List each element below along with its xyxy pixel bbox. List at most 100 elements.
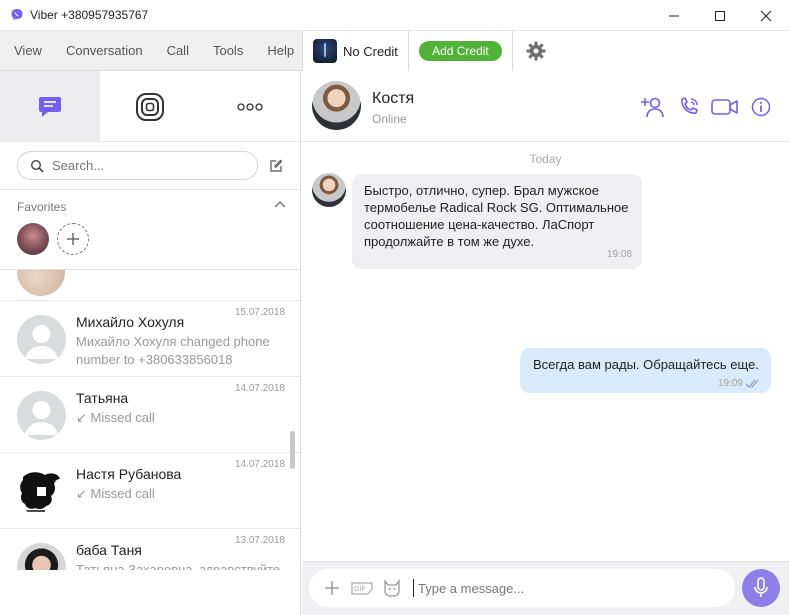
maximize-icon xyxy=(715,10,725,21)
text-cursor xyxy=(413,579,414,597)
search-box[interactable] xyxy=(17,151,258,180)
add-credit-button[interactable]: Add Credit xyxy=(418,41,502,61)
message-area[interactable]: Today Быстро, отлично, супер. Брал мужск… xyxy=(302,143,789,561)
double-check-icon xyxy=(745,379,759,388)
message-time: 19:08 xyxy=(606,249,632,260)
chat-date: 15.07.2018 xyxy=(234,307,285,318)
title-bar: Viber +380957935767 xyxy=(0,0,789,31)
favorite-contact-avatar[interactable] xyxy=(17,223,49,255)
contact-avatar[interactable] xyxy=(312,81,361,130)
chat-name: Татьяна xyxy=(76,390,129,406)
video-camera-icon xyxy=(711,99,738,115)
chat-preview: Михайло Хохуля changed phone number to +… xyxy=(76,334,270,367)
chat-name: Михайло Хохуля xyxy=(76,314,185,330)
viber-logo-icon xyxy=(10,8,24,22)
list-item[interactable] xyxy=(0,270,300,301)
video-call-button[interactable] xyxy=(707,95,743,119)
tab-chats[interactable] xyxy=(0,71,100,142)
outgoing-message[interactable]: Всегда вам рады. Обращайтесь еще. 19:09 xyxy=(520,348,771,393)
search-row xyxy=(0,142,300,190)
microphone-icon xyxy=(754,577,768,597)
menu-tools[interactable]: Tools xyxy=(213,43,243,58)
maximize-button[interactable] xyxy=(697,0,743,31)
menu-call[interactable]: Call xyxy=(167,43,189,58)
chat-preview: Татьяна Захаровна, здравствуйте. Вы когд… xyxy=(76,562,284,570)
chevron-up-icon[interactable] xyxy=(274,200,286,208)
add-favorite-button[interactable] xyxy=(57,223,89,255)
message-text: Всегда вам рады. Обращайтесь еще. xyxy=(533,357,759,372)
gif-button[interactable]: GIF xyxy=(347,576,377,600)
attach-button[interactable] xyxy=(317,576,347,600)
tab-public-accounts[interactable] xyxy=(100,71,200,142)
new-chat-button[interactable] xyxy=(268,158,284,174)
window-title: Viber +380957935767 xyxy=(30,8,149,22)
contact-name[interactable]: Костя xyxy=(372,90,414,108)
chat-date: 13.07.2018 xyxy=(234,535,285,546)
avatar xyxy=(17,467,66,516)
svg-text:GIF: GIF xyxy=(354,586,366,593)
favorites-section: Favorites xyxy=(0,190,300,270)
chat-name: баба Таня xyxy=(76,542,142,558)
list-item[interactable]: Михайло Хохуля Михайло Хохуля changed ph… xyxy=(0,301,300,377)
conversation-header: Костя Online xyxy=(302,71,789,142)
composer-field[interactable]: GIF xyxy=(309,569,735,607)
chat-list-scrollbar[interactable] xyxy=(290,431,295,469)
close-icon xyxy=(760,10,772,21)
composer-bar: GIF xyxy=(302,561,789,615)
add-person-icon xyxy=(641,97,664,118)
viber-out-credit-icon[interactable] xyxy=(313,39,337,63)
default-avatar-icon xyxy=(17,391,66,440)
message-text: Быстро, отлично, супер. Брал мужское тер… xyxy=(364,183,629,249)
incoming-message[interactable]: Быстро, отлично, супер. Брал мужское тер… xyxy=(352,174,642,269)
menu-separator xyxy=(302,31,303,71)
public-accounts-icon xyxy=(135,92,164,121)
avatar xyxy=(17,543,66,570)
list-item[interactable]: Татьяна ↙ Missed call 14.07.2018 xyxy=(0,377,300,453)
chat-name: Настя Рубанова xyxy=(76,466,182,482)
favorites-label: Favorites xyxy=(17,200,67,214)
plus-icon xyxy=(325,581,339,595)
info-icon xyxy=(751,97,771,117)
day-separator: Today xyxy=(529,152,562,166)
minimize-icon xyxy=(669,15,679,16)
plus-icon xyxy=(67,233,79,245)
sender-avatar[interactable] xyxy=(312,173,346,207)
chat-date: 14.07.2018 xyxy=(234,383,285,394)
phone-icon xyxy=(681,97,698,114)
menu-bar: View Conversation Call Tools Help No Cre… xyxy=(0,31,789,71)
menu-separator xyxy=(407,31,409,71)
sticker-cat-icon xyxy=(384,579,400,597)
chat-date: 14.07.2018 xyxy=(234,459,285,470)
avatar xyxy=(17,270,65,296)
list-item[interactable]: баба Таня Татьяна Захаровна, здравствуйт… xyxy=(0,529,300,570)
sticker-button[interactable] xyxy=(377,576,407,600)
contact-status: Online xyxy=(372,112,407,126)
message-time: 19:09 xyxy=(717,378,743,389)
minimize-button[interactable] xyxy=(651,0,697,31)
tab-more[interactable] xyxy=(199,71,300,142)
conversation-panel: Костя Online Today Быстро, отлично, супе… xyxy=(302,71,789,615)
close-button[interactable] xyxy=(743,0,789,31)
left-panel: Favorites Михайло Хохуля Михайло Хохуля … xyxy=(0,71,301,615)
default-avatar-icon xyxy=(17,315,66,364)
nav-tabs xyxy=(0,71,300,142)
credit-status[interactable]: No Credit xyxy=(343,44,398,59)
chat-list: Михайло Хохуля Михайло Хохуля changed ph… xyxy=(0,270,300,570)
compose-icon xyxy=(270,159,283,172)
voice-message-button[interactable] xyxy=(742,569,780,607)
menu-view[interactable]: View xyxy=(14,43,42,58)
message-input[interactable] xyxy=(418,580,718,596)
chat-preview: ↙ Missed call xyxy=(76,410,155,425)
chat-bubble-icon xyxy=(38,96,61,117)
menu-conversation[interactable]: Conversation xyxy=(66,43,143,58)
menu-help[interactable]: Help xyxy=(267,43,294,58)
more-dots-icon xyxy=(237,102,263,111)
list-item[interactable]: Настя Рубанова ↙ Missed call 14.07.2018 xyxy=(0,453,300,529)
search-icon xyxy=(30,159,44,173)
add-participant-button[interactable] xyxy=(635,95,671,119)
info-button[interactable] xyxy=(743,95,779,119)
search-input[interactable] xyxy=(52,158,242,173)
gif-icon: GIF xyxy=(351,582,373,595)
settings-button[interactable] xyxy=(513,31,559,71)
voice-call-button[interactable] xyxy=(671,95,707,119)
